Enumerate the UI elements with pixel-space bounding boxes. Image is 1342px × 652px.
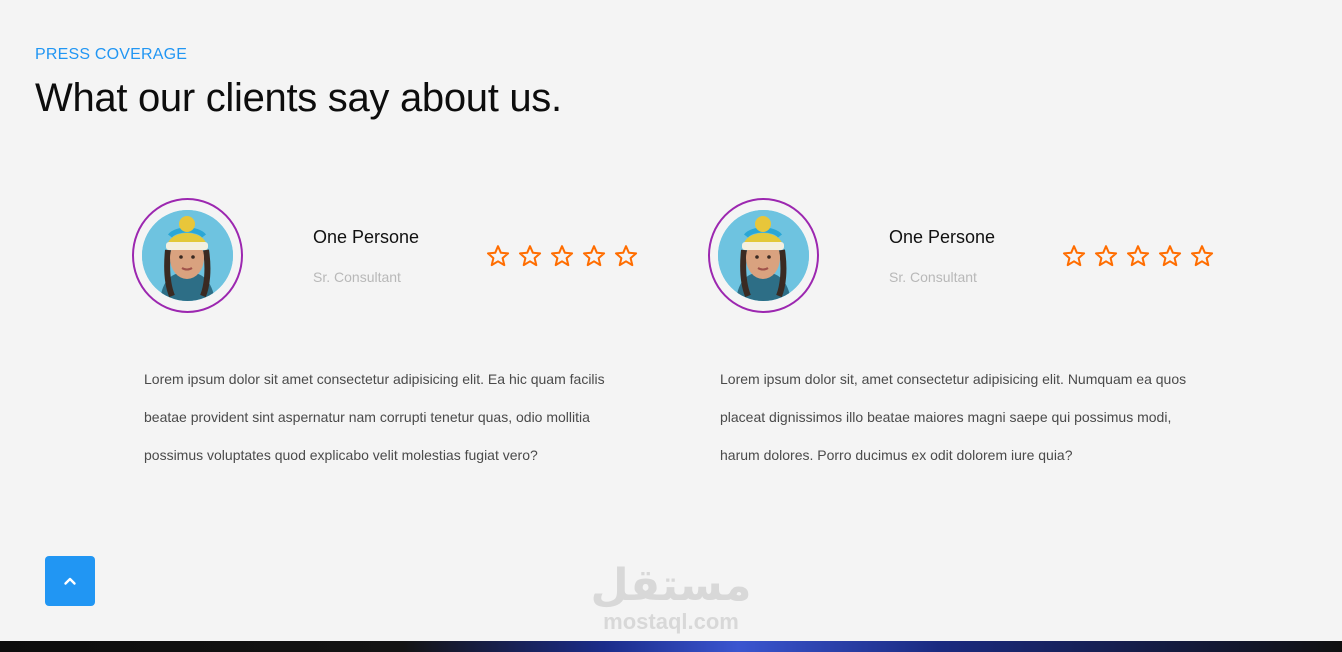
chevron-up-icon xyxy=(64,577,76,585)
star-outline-icon xyxy=(583,245,606,267)
watermark-arabic: مستقل xyxy=(590,560,752,611)
star-outline-icon xyxy=(1127,245,1150,267)
section-eyebrow: PRESS COVERAGE xyxy=(35,46,188,63)
person-name: One Persone xyxy=(313,227,420,247)
star-outline-icon xyxy=(487,245,510,267)
star-outline-icon xyxy=(1159,245,1182,267)
star-outline-icon xyxy=(519,245,542,267)
avatar xyxy=(718,210,809,301)
avatar-ring xyxy=(132,198,243,313)
avatar-photo xyxy=(718,210,809,301)
person-name: One Persone xyxy=(889,227,996,247)
star-outline-icon xyxy=(551,245,574,267)
star-outline-icon xyxy=(1063,245,1086,267)
avatar xyxy=(142,210,233,301)
watermark-logo: مستقل mostaql.com xyxy=(588,562,754,634)
star-rating xyxy=(486,244,638,268)
star-outline-icon xyxy=(1191,245,1214,267)
star-rating xyxy=(1062,244,1214,268)
avatar-ring xyxy=(708,198,819,313)
testimonial-card: One Persone Sr. Consultant Lorem ipsum d… xyxy=(708,196,1268,476)
person-role: Sr. Consultant xyxy=(313,269,401,285)
testimonial-quote: Lorem ipsum dolor sit amet consectetur a… xyxy=(144,371,605,463)
avatar-photo xyxy=(142,210,233,301)
testimonial-quote: Lorem ipsum dolor sit, amet consectetur … xyxy=(720,371,1187,463)
footer-banner-edge xyxy=(0,641,1342,652)
testimonial-card: One Persone Sr. Consultant Lorem ipsum d… xyxy=(132,196,692,476)
star-outline-icon xyxy=(615,245,638,267)
scroll-to-top-button[interactable] xyxy=(45,556,95,606)
section-title: What our clients say about us. xyxy=(35,76,562,120)
person-role: Sr. Consultant xyxy=(889,269,977,285)
star-outline-icon xyxy=(1095,245,1118,267)
watermark-latin: mostaql.com xyxy=(603,609,739,634)
